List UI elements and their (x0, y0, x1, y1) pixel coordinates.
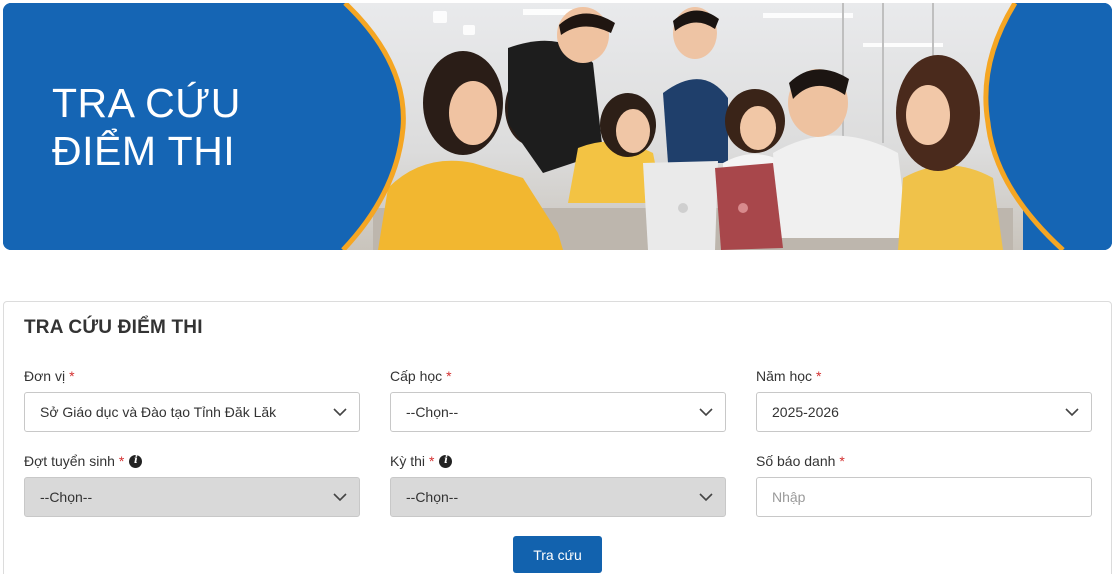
banner-title: TRA CỨU ĐIỂM THI (52, 79, 241, 175)
search-button[interactable]: Tra cứu (513, 536, 602, 573)
chevron-down-icon (699, 408, 713, 417)
so-bao-danh-input[interactable]: Nhập (756, 477, 1092, 517)
cap-hoc-select[interactable]: --Chọn-- (390, 392, 726, 432)
field-label: Đơn vị (24, 368, 66, 384)
banner-title-line2: ĐIỂM THI (52, 128, 236, 174)
required-mark: * (839, 453, 845, 469)
form-title: TRA CỨU ĐIỂM THI (24, 317, 203, 338)
field-label: Số báo danh (756, 453, 836, 469)
search-form-card: TRA CỨU ĐIỂM THI Đơn vị * Sở Giáo dục và … (3, 301, 1112, 574)
required-mark: * (446, 368, 452, 384)
required-mark: * (118, 453, 125, 469)
field-so-bao-danh: Số báo danh * Nhập (756, 451, 1092, 517)
hero-banner: TRA CỨU ĐIỂM THI (3, 3, 1112, 250)
field-dot-tuyen-sinh: Đợt tuyển sinh * i --Chọn-- (24, 451, 360, 517)
chevron-down-icon (699, 493, 713, 502)
select-value: 2025-2026 (772, 404, 839, 420)
required-mark: * (429, 453, 435, 469)
info-icon[interactable]: i (439, 454, 453, 468)
info-icon[interactable]: i (129, 454, 143, 468)
banner-title-line1: TRA CỨU (52, 80, 241, 126)
required-mark: * (816, 368, 822, 384)
field-cap-hoc: Cấp học * --Chọn-- (390, 366, 726, 432)
ky-thi-select[interactable]: --Chọn-- (390, 477, 726, 517)
field-label: Đợt tuyển sinh (24, 453, 115, 469)
field-label: Năm học (756, 368, 813, 384)
field-don-vi: Đơn vị * Sở Giáo dục và Đào tạo Tỉnh Đăk … (24, 366, 360, 432)
select-value: --Chọn-- (406, 489, 459, 505)
field-ky-thi: Kỳ thi * i --Chọn-- (390, 451, 726, 517)
input-placeholder: Nhập (772, 489, 806, 505)
chevron-down-icon (333, 408, 347, 417)
field-label: Kỳ thi (390, 453, 426, 469)
don-vi-select[interactable]: Sở Giáo dục và Đào tạo Tỉnh Đăk Lăk (24, 392, 360, 432)
chevron-down-icon (333, 493, 347, 502)
field-nam-hoc: Năm học * 2025-2026 (756, 366, 1092, 432)
select-value: --Chọn-- (40, 489, 93, 505)
select-value: --Chọn-- (406, 404, 459, 420)
required-mark: * (69, 368, 75, 384)
nam-hoc-select[interactable]: 2025-2026 (756, 392, 1092, 432)
dot-tuyen-sinh-select[interactable]: --Chọn-- (24, 477, 360, 517)
field-label: Cấp học (390, 368, 443, 384)
chevron-down-icon (1065, 408, 1079, 417)
select-value: Sở Giáo dục và Đào tạo Tỉnh Đăk Lăk (40, 404, 277, 420)
